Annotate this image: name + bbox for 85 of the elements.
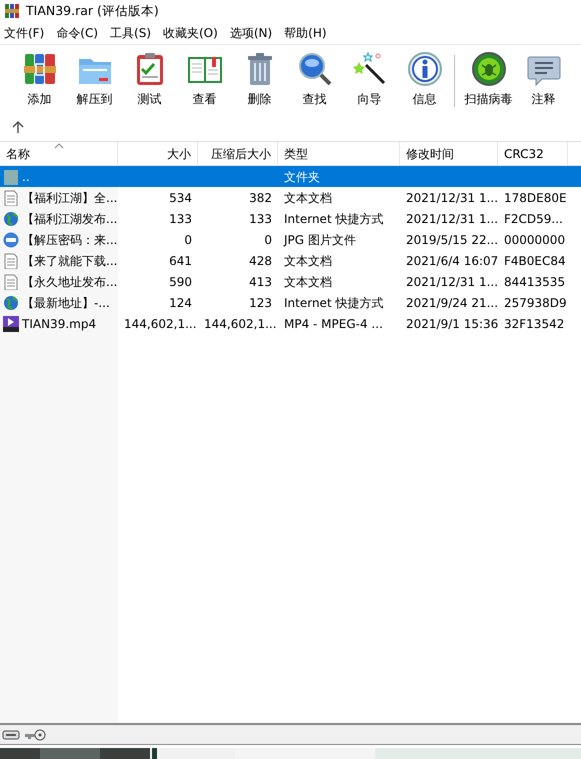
globe-icon: [3, 210, 19, 226]
table-cell: 413: [249, 274, 272, 288]
toolbar-button[interactable]: 测试: [122, 51, 177, 108]
books-icon: [22, 51, 58, 87]
drive-icon: [2, 730, 20, 740]
file-row[interactable]: 【福利江湖】全... 534 382 文本文档 2021/12/31 1... 178DE80E: [0, 187, 581, 208]
table-cell: 133: [169, 212, 192, 226]
sort-caret-icon: [54, 143, 64, 149]
video-file-icon: [3, 316, 19, 332]
table-cell: 144,602,1...: [204, 316, 277, 330]
table-cell: 257938D9: [504, 296, 567, 310]
file-row[interactable]: 【永久地址发布... 590 413 文本文档 2021/12/31 1... 84413535: [0, 271, 581, 292]
globe-icon: [3, 294, 19, 310]
table-cell: 32F13542: [504, 316, 564, 330]
menu-item[interactable]: 选项(N): [230, 24, 272, 42]
table-cell: 2021/6/4 16:07: [406, 254, 498, 268]
document-icon: [3, 190, 19, 206]
toolbar-button[interactable]: 注释: [516, 51, 571, 108]
table-cell: 2021/12/31 1...: [406, 190, 498, 204]
magnifier-icon: [296, 51, 332, 87]
table-cell: F2CD59...: [504, 212, 563, 226]
table-cell: 文件夹: [284, 170, 320, 184]
file-name: 【最新地址】-...: [22, 294, 110, 312]
bug-icon: [470, 51, 506, 87]
file-name: 【来了就能下载...: [22, 252, 118, 270]
table-cell: 文本文档: [284, 274, 332, 288]
table-cell: 428: [249, 254, 272, 268]
toolbar-button[interactable]: 信息: [397, 51, 452, 108]
table-cell: 178DE80E: [504, 190, 567, 204]
file-row[interactable]: .. 文件夹: [0, 166, 581, 187]
toolbar-button[interactable]: 添加: [12, 51, 67, 108]
table-cell: 0: [264, 232, 272, 246]
up-arrow-icon[interactable]: [12, 120, 24, 132]
file-name: 【永久地址发布...: [22, 274, 118, 290]
menu-item[interactable]: 文件(F): [4, 24, 44, 42]
table-cell: Internet 快捷方式: [284, 212, 384, 226]
table-cell: 00000000: [504, 232, 566, 246]
table-cell: JPG 图片文件: [284, 232, 356, 246]
file-name: 【福利江湖】全...: [22, 190, 118, 206]
file-row[interactable]: 【解压密码：来... 0 0 JPG 图片文件 2019/5/15 22... 00000000: [0, 229, 581, 250]
menu-item[interactable]: 命令(C): [56, 24, 98, 42]
toolbar-button[interactable]: 查看: [177, 51, 232, 108]
document-icon: [3, 274, 19, 290]
menu-item[interactable]: 工具(S): [110, 24, 151, 42]
file-row[interactable]: 【来了就能下载... 641 428 文本文档 2021/6/4 16:07 F4B0EC84: [0, 250, 581, 271]
table-cell: 144,602,1...: [124, 316, 197, 330]
table-cell: 590: [169, 274, 192, 288]
table-cell: 534: [169, 190, 192, 204]
table-cell: 641: [169, 254, 192, 268]
table-cell: 0: [184, 232, 192, 246]
table-cell: 382: [249, 190, 272, 204]
file-name: 【解压密码：来...: [22, 232, 118, 248]
table-cell: 2021/9/1 15:36: [406, 316, 498, 330]
table-cell: MP4 - MPEG-4 ...: [284, 316, 383, 330]
menu-item[interactable]: 收藏夹(O): [163, 24, 218, 42]
table-cell: 124: [169, 296, 192, 310]
table-cell: 84413535: [504, 274, 566, 288]
file-name: 【福利江湖发布...: [22, 210, 118, 228]
file-row[interactable]: 【最新地址】-... 124 123 Internet 快捷方式 2021/9/24 21... 257938D9: [0, 292, 581, 313]
magic-wand-icon: [352, 51, 388, 87]
table-cell: 133: [249, 212, 272, 226]
toolbar-button[interactable]: 删除: [232, 51, 287, 108]
file-name: TIAN39.mp4: [22, 316, 96, 332]
file-row[interactable]: TIAN39.mp4 144,602,1... 144,602,1... MP4 - MPEG-4 ... 2021/9/1 15:36 32F13542: [0, 313, 581, 334]
toolbar-button[interactable]: 扫描病毒: [461, 51, 516, 108]
table-cell: F4B0EC84: [504, 254, 566, 268]
toolbar-button[interactable]: 向导: [342, 51, 397, 108]
key-icon: [24, 728, 46, 740]
menu-item[interactable]: 帮助(H): [284, 24, 327, 42]
file-row[interactable]: 【福利江湖发布... 133 133 Internet 快捷方式 2021/12/31 1... F2CD59...: [0, 208, 581, 229]
document-icon: [3, 252, 19, 268]
window-title: TIAN39.rar (评估版本): [26, 2, 159, 20]
file-name: ..: [22, 168, 30, 186]
table-cell: 2021/12/31 1...: [406, 212, 498, 226]
table-cell: Internet 快捷方式: [284, 296, 384, 310]
app-icon: [4, 3, 20, 19]
table-cell: 文本文档: [284, 254, 332, 268]
table-cell: 文本文档: [284, 190, 332, 204]
table-cell: 2021/9/24 21...: [406, 296, 498, 310]
info-icon: [406, 51, 442, 87]
toolbar-button[interactable]: 查找: [287, 51, 342, 108]
table-cell: 2021/12/31 1...: [406, 274, 498, 288]
table-cell: 123: [249, 296, 272, 310]
toolbar-button[interactable]: 解压到: [67, 51, 122, 108]
table-cell: 2019/5/15 22...: [406, 232, 498, 246]
